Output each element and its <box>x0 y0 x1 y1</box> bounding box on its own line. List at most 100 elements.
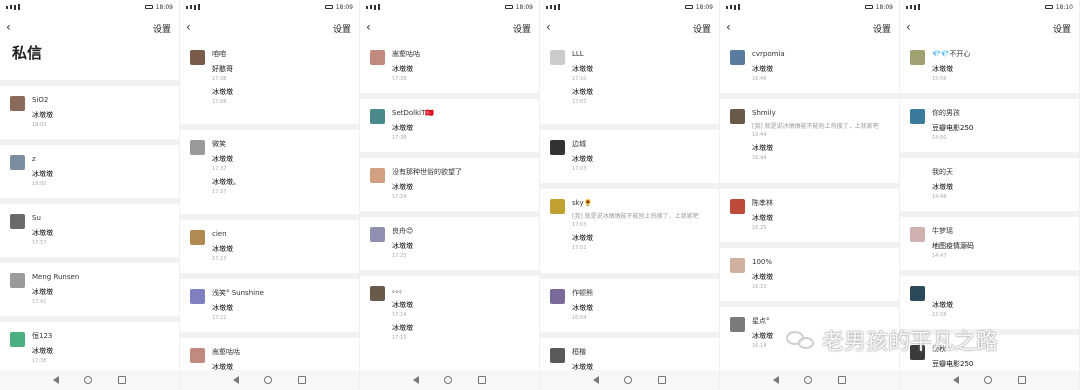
nav-back-icon[interactable] <box>772 376 779 384</box>
nav-home-icon[interactable] <box>444 376 453 384</box>
conversation-row[interactable]: 你的男孩 豆瓣电影250 14:50 <box>900 99 1079 152</box>
avatar[interactable] <box>550 348 565 363</box>
conversation-row[interactable]: 冰墩墩 13:58 <box>900 276 1079 329</box>
conversation-row[interactable]: SetDolkiT🇹🇷 冰墩墩 17:38 <box>360 99 539 152</box>
back-icon[interactable]: ‹ <box>546 20 558 34</box>
avatar[interactable] <box>10 214 25 229</box>
conversation-row[interactable]: Shmily [我] 就是说冰墩墩能不能别上热搜了，上我家吧 16:44 冰墩墩 16:… <box>720 99 899 183</box>
nav-home-icon[interactable] <box>84 376 93 384</box>
avatar[interactable] <box>730 109 745 124</box>
conversation-row[interactable]: cien 冰墩墩 17:23 <box>180 220 359 273</box>
avatar[interactable] <box>10 96 25 111</box>
avatar[interactable] <box>910 227 925 242</box>
conversation-row[interactable]: 牛梦瑶 地图疫情源码 14:47 <box>900 217 1079 270</box>
nav-recent-icon[interactable] <box>658 376 667 384</box>
message-time: 15:56 <box>932 76 947 82</box>
nav-recent-icon[interactable] <box>298 376 307 384</box>
back-icon[interactable]: ‹ <box>6 20 18 34</box>
avatar[interactable] <box>730 258 745 273</box>
battery-icon <box>1044 5 1053 9</box>
conversation-row[interactable]: Meng Runsen 冰墩墩 17:41 <box>0 263 179 316</box>
conversation-row[interactable]: 作顿熊 冰墩墩 16:54 <box>540 279 719 332</box>
nav-recent-icon[interactable] <box>478 376 487 384</box>
nav-back-icon[interactable] <box>592 376 599 384</box>
conversation-row[interactable]: Su 冰墩墩 17:57 <box>0 204 179 257</box>
message-text: 冰墩墩 <box>212 245 233 253</box>
avatar[interactable] <box>550 289 565 304</box>
avatar[interactable] <box>910 345 925 360</box>
avatar[interactable] <box>370 50 385 65</box>
conversation-row[interactable]: 微笑 冰墩墩 17:37 冰墩墩。 17:37 <box>180 130 359 214</box>
back-icon[interactable]: ‹ <box>726 20 738 34</box>
nav-back-icon[interactable] <box>52 376 59 384</box>
phone-screen: 18:09 ‹ 设置 咱咱 好憨哥 17:38 冰墩墩 17:08 微笑 冰墩墩 17:37 冰墩墩。… <box>180 0 360 390</box>
conversation-row[interactable]: 没有那种世俗的欲望了 冰墩墩 17:24 <box>360 158 539 211</box>
conversation-row[interactable]: 我的天 冰墩墩 14:48 <box>900 158 1079 211</box>
nav-back-icon[interactable] <box>952 376 959 384</box>
conversation-row[interactable]: LLL 冰墩墩 17:10 冰墩墩 17:07 <box>540 40 719 124</box>
conversation-row[interactable]: 星点° 冰墩墩 16:14 <box>720 307 899 360</box>
avatar[interactable] <box>370 227 385 242</box>
conversation-row[interactable]: 。。。 冰墩墩 17:14 冰墩墩 17:13 <box>360 276 539 360</box>
conversation-row[interactable]: 边城 冰墩墩 17:03 <box>540 130 719 183</box>
avatar[interactable] <box>550 199 565 214</box>
conversation-row[interactable]: 💎💎不开心 冰墩墩 15:56 <box>900 40 1079 93</box>
avatar[interactable] <box>910 286 925 301</box>
settings-button[interactable]: 设置 <box>873 22 891 35</box>
message-time: 17:38 <box>392 135 407 141</box>
conversation-row[interactable]: 良舟😊 冰墩墩 17:23 <box>360 217 539 270</box>
nav-home-icon[interactable] <box>264 376 273 384</box>
avatar[interactable] <box>190 348 205 363</box>
avatar[interactable] <box>190 289 205 304</box>
status-right: 18:10 <box>1044 4 1073 11</box>
conversation-row[interactable]: SiO2 冰墩墩 18:02 <box>0 86 179 139</box>
nav-home-icon[interactable] <box>984 376 993 384</box>
back-icon[interactable]: ‹ <box>906 20 918 34</box>
avatar[interactable] <box>370 286 385 301</box>
conversation-row[interactable]: z 冰墩墩 18:00 <box>0 145 179 198</box>
message-text: 冰墩墩 <box>752 273 773 281</box>
nav-recent-icon[interactable] <box>1018 376 1027 384</box>
conversation-row[interactable]: 100% 冰墩墩 16:15 <box>720 248 899 301</box>
settings-button[interactable]: 设置 <box>153 22 171 35</box>
avatar[interactable] <box>10 273 25 288</box>
conversation-row[interactable]: 陈孝林 冰墩墩 16:25 <box>720 189 899 242</box>
avatar[interactable] <box>370 109 385 124</box>
conversation-row[interactable]: 浅笑° Sunshine 冰墩墩 17:21 <box>180 279 359 332</box>
conversation-row[interactable]: 恒123 冰墩墩 17:38 <box>0 322 179 375</box>
avatar[interactable] <box>190 230 205 245</box>
nav-back-icon[interactable] <box>412 376 419 384</box>
nav-home-icon[interactable] <box>804 376 813 384</box>
avatar[interactable] <box>190 140 205 155</box>
conversation-row[interactable]: 嵩壑咕咕 冰墩墩 17:38 <box>360 40 539 93</box>
conversation-row[interactable]: sky🌻 [我] 就是说冰墩墩能不能别上热搜了，上我家吧 17:03 冰墩墩 17:02 <box>540 189 719 273</box>
back-icon[interactable]: ‹ <box>186 20 198 34</box>
message-time: 17:14 <box>392 312 407 318</box>
avatar[interactable] <box>190 50 205 65</box>
settings-button[interactable]: 设置 <box>1053 22 1071 35</box>
settings-button[interactable]: 设置 <box>333 22 351 35</box>
avatar[interactable] <box>910 168 925 183</box>
settings-button[interactable]: 设置 <box>513 22 531 35</box>
avatar[interactable] <box>730 50 745 65</box>
nav-recent-icon[interactable] <box>838 376 847 384</box>
avatar[interactable] <box>370 168 385 183</box>
nav-home-icon[interactable] <box>624 376 633 384</box>
avatar[interactable] <box>910 50 925 65</box>
settings-button[interactable]: 设置 <box>693 22 711 35</box>
avatar[interactable] <box>730 199 745 214</box>
conversation-row[interactable]: cvrpomia 冰墩墩 16:46 <box>720 40 899 93</box>
back-icon[interactable]: ‹ <box>366 20 378 34</box>
conversation-row[interactable]: 咱咱 好憨哥 17:38 冰墩墩 17:08 <box>180 40 359 124</box>
avatar[interactable] <box>550 140 565 155</box>
avatar[interactable] <box>730 317 745 332</box>
avatar[interactable] <box>910 109 925 124</box>
nav-recent-icon[interactable] <box>118 376 127 384</box>
avatar[interactable] <box>10 332 25 347</box>
avatar[interactable] <box>10 155 25 170</box>
message-time: 17:13 <box>392 335 407 341</box>
sender-name <box>932 284 1079 296</box>
avatar[interactable] <box>550 50 565 65</box>
nav-back-icon[interactable] <box>232 376 239 384</box>
message-text: 冰墩墩 <box>32 229 53 237</box>
